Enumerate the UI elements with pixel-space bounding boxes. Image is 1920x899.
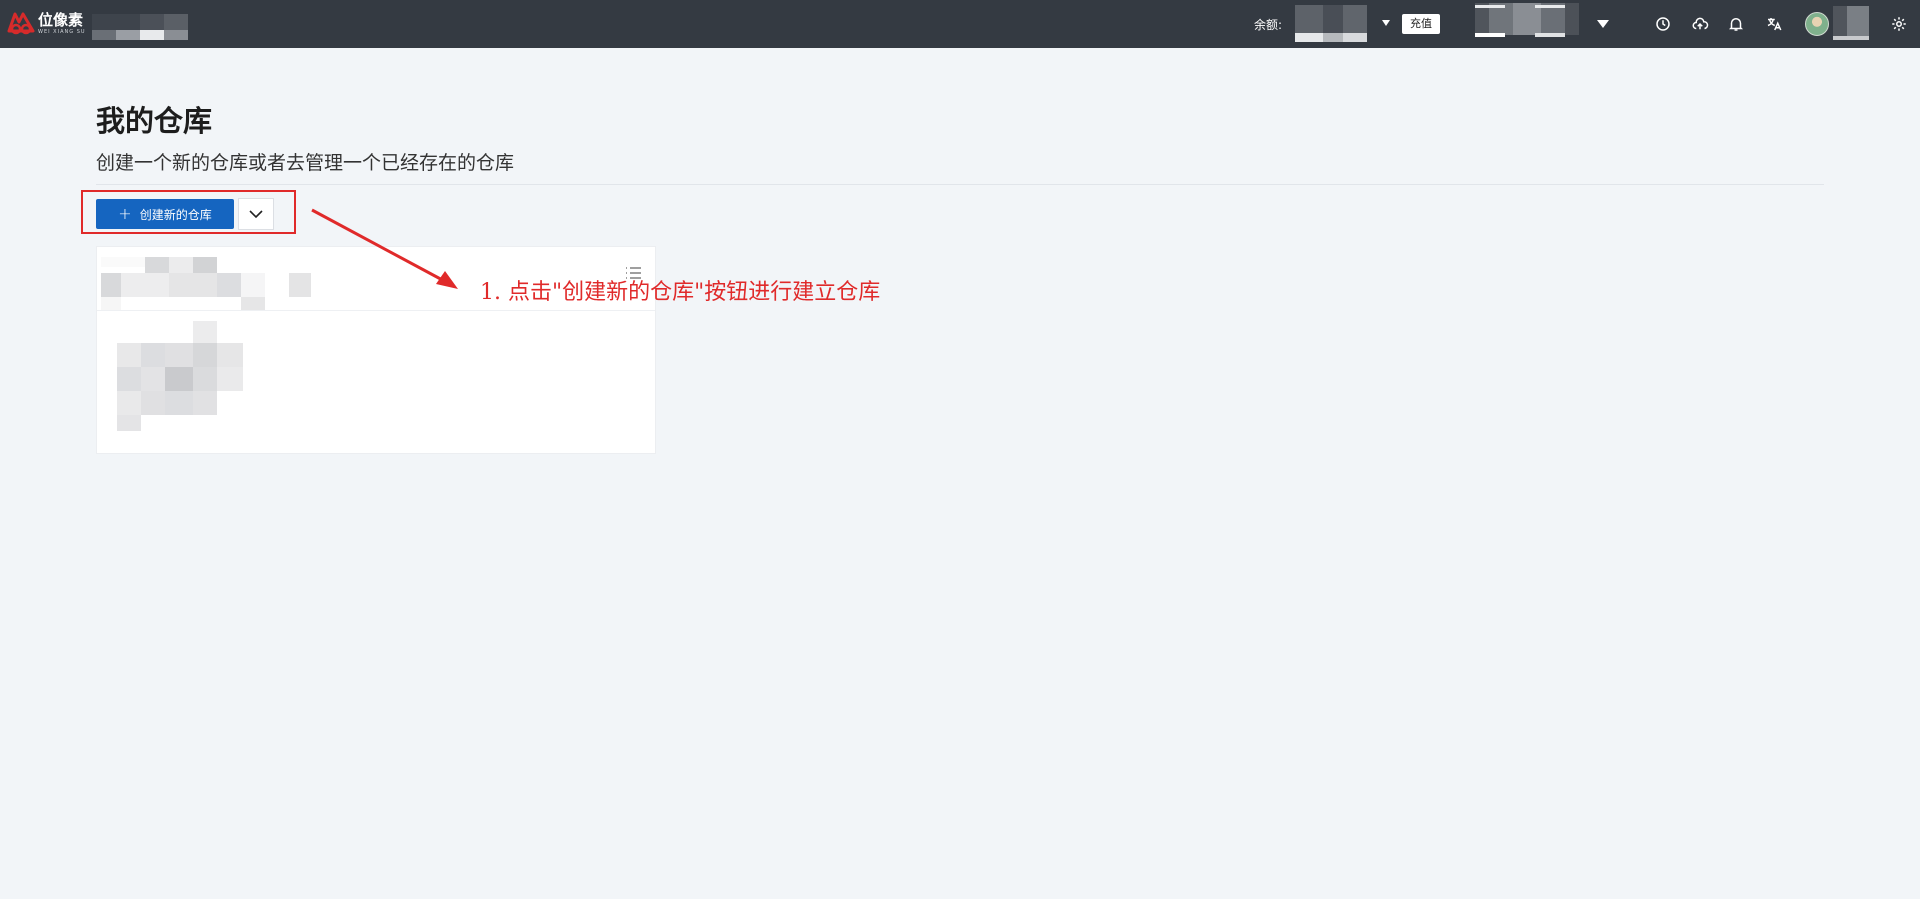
cloud-upload-icon[interactable] bbox=[1688, 12, 1712, 36]
settings-icon[interactable] bbox=[1887, 12, 1911, 36]
recharge-button[interactable]: 充值 bbox=[1402, 14, 1440, 34]
logo-icon bbox=[7, 12, 35, 35]
card-divider bbox=[97, 310, 655, 311]
avatar[interactable] bbox=[1805, 12, 1829, 36]
bell-icon[interactable] bbox=[1724, 12, 1748, 36]
redacted-account-name[interactable] bbox=[1475, 3, 1593, 39]
top-bar: 位像素 WEI XIANG SU 余额: 充值 bbox=[0, 0, 1920, 48]
page-title: 我的仓库 bbox=[96, 104, 213, 138]
logo[interactable]: 位像素 WEI XIANG SU bbox=[6, 9, 86, 39]
logo-subtext: WEI XIANG SU bbox=[38, 29, 86, 35]
translate-icon[interactable] bbox=[1762, 12, 1786, 36]
divider bbox=[96, 184, 1824, 185]
account-caret-icon[interactable] bbox=[1597, 20, 1609, 28]
redacted-workspace-name bbox=[92, 14, 212, 42]
plus-icon: + bbox=[118, 204, 132, 223]
redacted-repository-name bbox=[101, 257, 311, 311]
create-repository-label: 创建新的仓库 bbox=[139, 207, 212, 222]
page-subtitle: 创建一个新的仓库或者去管理一个已经存在的仓库 bbox=[96, 152, 515, 174]
create-options-dropdown[interactable] bbox=[238, 198, 274, 230]
annotation-text: 1. 点击"创建新的仓库"按钮进行建立仓库 bbox=[480, 280, 881, 305]
history-icon[interactable] bbox=[1651, 12, 1675, 36]
balance-label: 余额: bbox=[1254, 18, 1283, 32]
redacted-repository-details bbox=[117, 321, 262, 433]
create-repository-button[interactable]: + 创建新的仓库 bbox=[96, 199, 234, 229]
logo-text: 位像素 bbox=[38, 11, 84, 29]
balance-caret-icon[interactable] bbox=[1382, 20, 1390, 26]
chevron-down-icon bbox=[249, 210, 263, 219]
redacted-balance-value bbox=[1295, 5, 1383, 42]
redacted-username bbox=[1833, 6, 1869, 40]
